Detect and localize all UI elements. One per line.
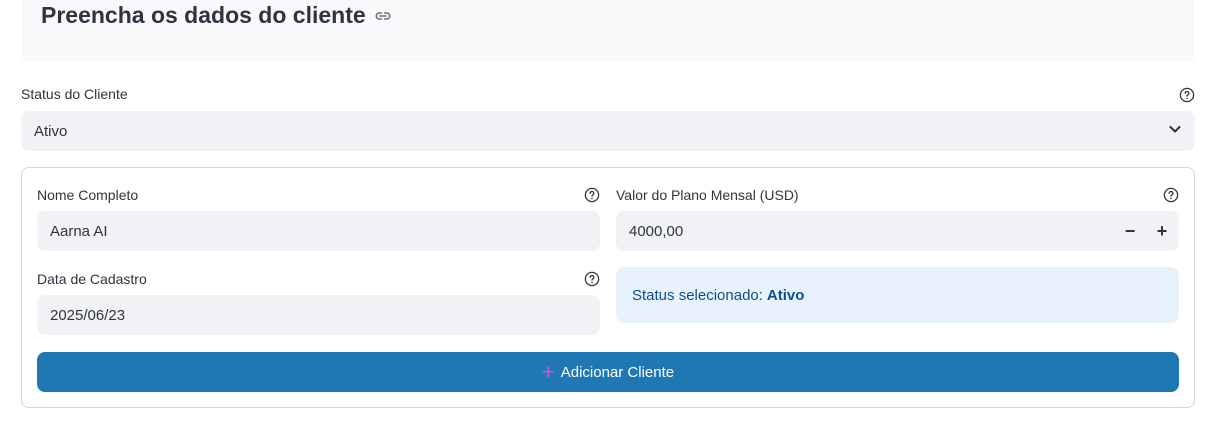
- page-title-text: Preencha os dados do cliente: [41, 2, 366, 28]
- add-client-button[interactable]: + Adicionar Cliente: [37, 352, 1179, 392]
- signup-date-label: Data de Cadastro: [37, 271, 147, 287]
- status-info-alert: Status selecionado: Ativo: [616, 267, 1179, 323]
- header-card: Preencha os dados do cliente: [21, 0, 1195, 62]
- page-title: Preencha os dados do cliente: [41, 2, 392, 29]
- link-icon[interactable]: [374, 7, 392, 25]
- status-info-value: Ativo: [766, 286, 805, 304]
- plan-value-label: Valor do Plano Mensal (USD): [616, 187, 799, 203]
- signup-date-input-value: 2025/06/23: [50, 306, 126, 324]
- plan-value-input-value: 4000,00: [629, 222, 684, 240]
- status-select-value: Ativo: [34, 122, 68, 140]
- signup-date-input[interactable]: 2025/06/23: [37, 295, 600, 335]
- plus-icon: +: [541, 359, 555, 384]
- chevron-down-icon: [1168, 122, 1182, 140]
- help-icon[interactable]: [584, 187, 600, 203]
- plan-value-input[interactable]: 4000,00: [616, 211, 1179, 251]
- decrement-button[interactable]: −: [1114, 211, 1146, 251]
- status-select-label: Status do Cliente: [21, 86, 128, 102]
- increment-button[interactable]: +: [1146, 211, 1178, 251]
- status-info-prefix: Status selecionado:: [632, 286, 763, 304]
- help-icon[interactable]: [1179, 87, 1195, 103]
- add-client-button-label: Adicionar Cliente: [560, 363, 675, 381]
- status-select[interactable]: Ativo: [21, 111, 1195, 151]
- name-input[interactable]: Aarna AI: [37, 211, 600, 251]
- client-form: Nome Completo Aarna AI Valor do Plano Me…: [21, 167, 1195, 408]
- help-icon[interactable]: [1163, 187, 1179, 203]
- help-icon[interactable]: [584, 271, 600, 287]
- name-input-value: Aarna AI: [50, 222, 108, 240]
- name-label: Nome Completo: [37, 187, 139, 203]
